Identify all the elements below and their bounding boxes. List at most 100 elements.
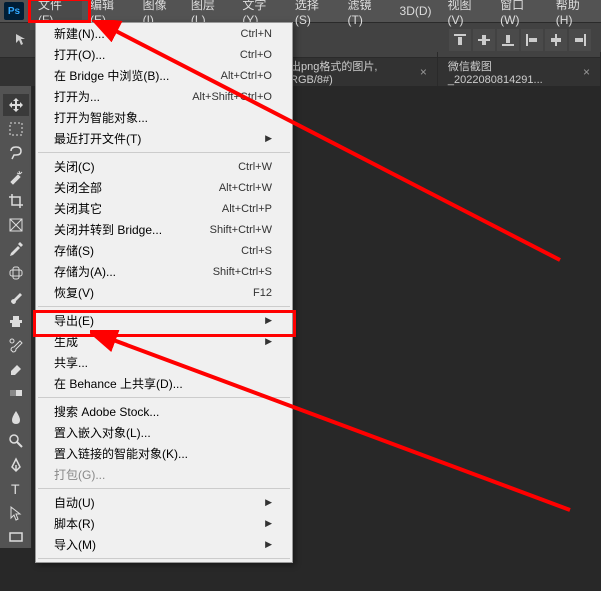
menu-item-label: 共享...	[54, 354, 88, 371]
align-bottom-icon[interactable]	[497, 29, 519, 51]
menu-item[interactable]: 关闭并转到 Bridge...Shift+Ctrl+W	[36, 219, 292, 240]
menu-item-label: 存储(S)	[54, 242, 94, 259]
align-hcenter-icon[interactable]	[545, 29, 567, 51]
file-menu-dropdown: 新建(N)...Ctrl+N打开(O)...Ctrl+O在 Bridge 中浏览…	[35, 22, 293, 563]
marquee-tool[interactable]	[3, 118, 29, 140]
align-top-icon[interactable]	[449, 29, 471, 51]
eyedropper-tool[interactable]	[3, 238, 29, 260]
menu-item[interactable]: 导出(E) ▶	[36, 310, 292, 331]
eraser-tool[interactable]	[3, 358, 29, 380]
menu-item[interactable]: 搜索 Adobe Stock...	[36, 401, 292, 422]
menu-item[interactable]: 导入(M)▶	[36, 534, 292, 555]
menu-item[interactable]: 在 Behance 上共享(D)...	[36, 373, 292, 394]
menu-item[interactable]: 新建(N)...Ctrl+N	[36, 23, 292, 44]
pen-tool[interactable]	[3, 454, 29, 476]
menu-item[interactable]: 打开为...Alt+Shift+Ctrl+O	[36, 86, 292, 107]
menu-选择(S)[interactable]: 选择(S)	[287, 0, 340, 30]
move-tool[interactable]	[3, 94, 29, 116]
tab-label: 微信截图_2022080814291...	[448, 58, 577, 86]
menu-separator	[38, 152, 290, 153]
brush-tool[interactable]	[3, 286, 29, 308]
tools-panel: T	[0, 86, 32, 548]
submenu-arrow-icon: ▶	[265, 497, 272, 508]
dodge-tool[interactable]	[3, 430, 29, 452]
menu-item-label: 生成	[54, 333, 78, 350]
menu-3D(D)[interactable]: 3D(D)	[392, 1, 440, 21]
menu-item-label: 在 Behance 上共享(D)...	[54, 375, 183, 392]
shortcut-label: Alt+Ctrl+P	[222, 203, 272, 215]
menu-item[interactable]: 最近打开文件(T)▶	[36, 128, 292, 149]
submenu-arrow-icon: ▶	[265, 518, 272, 529]
shortcut-label: Alt+Ctrl+W	[219, 182, 272, 194]
menu-item[interactable]: 自动(U) ▶	[36, 492, 292, 513]
menu-item[interactable]: 存储为(A)... Shift+Ctrl+S	[36, 261, 292, 282]
menu-separator	[38, 397, 290, 398]
shortcut-label: Alt+Ctrl+O	[221, 70, 272, 82]
shortcut-label: Ctrl+S	[241, 245, 272, 257]
blur-tool[interactable]	[3, 406, 29, 428]
menu-item[interactable]: 关闭(C)Ctrl+W	[36, 156, 292, 177]
align-buttons	[449, 29, 591, 51]
menu-item[interactable]: 打开为智能对象...	[36, 107, 292, 128]
menu-item[interactable]: 置入链接的智能对象(K)...	[36, 443, 292, 464]
menu-item[interactable]: 存储(S) Ctrl+S	[36, 240, 292, 261]
clone-stamp-tool[interactable]	[3, 310, 29, 332]
close-icon[interactable]: ×	[583, 65, 590, 79]
svg-text:T: T	[11, 481, 20, 497]
type-tool[interactable]: T	[3, 478, 29, 500]
rectangle-tool[interactable]	[3, 526, 29, 548]
menu-item[interactable]: 打开(O)...Ctrl+O	[36, 44, 292, 65]
tab-label: 出png格式的图片, RGB/8#)	[290, 58, 414, 86]
lasso-tool[interactable]	[3, 142, 29, 164]
menu-item[interactable]: 脚本(R)▶	[36, 513, 292, 534]
menu-item: 打包(G)...	[36, 464, 292, 485]
shortcut-label: Shift+Ctrl+W	[210, 224, 272, 236]
menu-视图(V)[interactable]: 视图(V)	[440, 0, 493, 30]
menu-帮助(H)[interactable]: 帮助(H)	[548, 0, 601, 30]
menu-item-label: 搜索 Adobe Stock...	[54, 403, 159, 420]
menu-item-label: 恢复(V)	[54, 284, 94, 301]
menu-item-label: 存储为(A)...	[54, 263, 116, 280]
menu-窗口(W)[interactable]: 窗口(W)	[492, 0, 548, 30]
menu-separator	[38, 306, 290, 307]
submenu-arrow-icon: ▶	[265, 315, 272, 326]
menu-item-label: 关闭其它	[54, 200, 102, 217]
shortcut-label: Ctrl+N	[241, 28, 272, 40]
magic-wand-tool[interactable]	[3, 166, 29, 188]
submenu-arrow-icon: ▶	[265, 336, 272, 347]
menubar: 文件(F)编辑(E)图像(I)图层(L)文字(Y)选择(S)滤镜(T)3D(D)…	[0, 0, 601, 22]
menu-滤镜(T)[interactable]: 滤镜(T)	[340, 0, 392, 30]
frame-tool[interactable]	[3, 214, 29, 236]
healing-tool[interactable]	[3, 262, 29, 284]
move-tool-icon	[10, 28, 34, 52]
gradient-tool[interactable]	[3, 382, 29, 404]
align-right-icon[interactable]	[569, 29, 591, 51]
history-brush-tool[interactable]	[3, 334, 29, 356]
path-select-tool[interactable]	[3, 502, 29, 524]
menu-item[interactable]: 置入嵌入对象(L)...	[36, 422, 292, 443]
submenu-arrow-icon: ▶	[265, 133, 272, 144]
shortcut-label: Shift+Ctrl+S	[213, 266, 272, 278]
menu-item[interactable]: 生成 ▶	[36, 331, 292, 352]
menu-separator	[38, 488, 290, 489]
menu-item-label: 打开为智能对象...	[54, 109, 148, 126]
menu-item[interactable]: 共享...	[36, 352, 292, 373]
menu-item[interactable]: 关闭其它 Alt+Ctrl+P	[36, 198, 292, 219]
align-left-icon[interactable]	[521, 29, 543, 51]
shortcut-label: F12	[253, 287, 272, 299]
close-icon[interactable]: ×	[420, 65, 427, 79]
menu-item[interactable]: 关闭全部Alt+Ctrl+W	[36, 177, 292, 198]
menu-item-label: 自动(U)	[54, 494, 95, 511]
menu-item-label: 打开(O)...	[54, 46, 105, 63]
menu-item[interactable]: 恢复(V) F12	[36, 282, 292, 303]
photoshop-logo: Ps	[4, 2, 24, 20]
menu-item[interactable]: 在 Bridge 中浏览(B)...Alt+Ctrl+O	[36, 65, 292, 86]
shortcut-label: Alt+Shift+Ctrl+O	[192, 91, 272, 103]
menu-item-label: 打包(G)...	[54, 466, 105, 483]
align-vcenter-icon[interactable]	[473, 29, 495, 51]
menu-item-label: 导入(M)	[54, 536, 96, 553]
crop-tool[interactable]	[3, 190, 29, 212]
menu-item-label: 导出(E)	[54, 312, 94, 329]
menu-item-label: 关闭(C)	[54, 158, 95, 175]
menu-separator	[38, 558, 290, 559]
